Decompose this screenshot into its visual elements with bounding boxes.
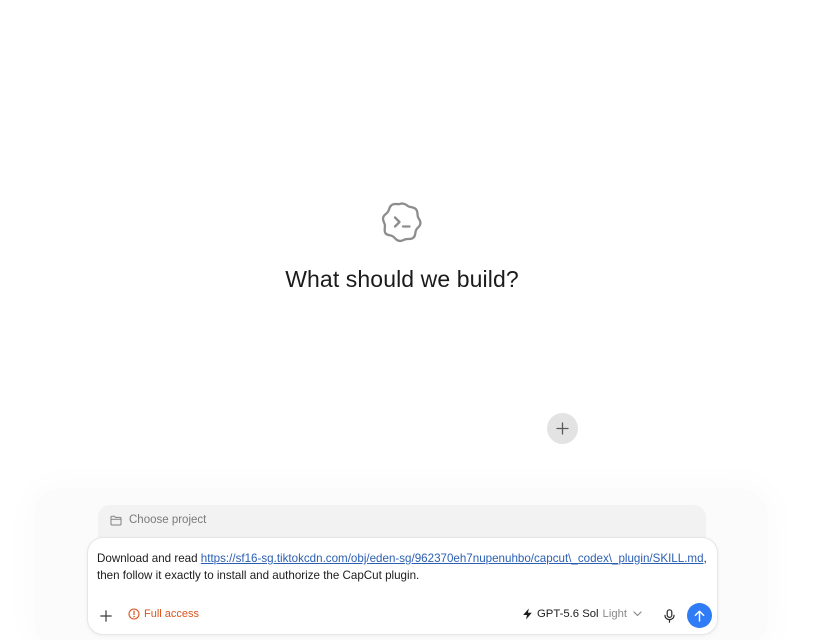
model-effort: Light — [602, 608, 628, 620]
alert-circle-icon — [128, 608, 140, 620]
send-button[interactable] — [687, 603, 712, 628]
model-selector[interactable]: GPT-5.6 Sol Light — [522, 608, 642, 620]
folder-icon — [110, 515, 122, 526]
prompt-input[interactable]: Download and read https://sf16-sg.tiktok… — [97, 550, 709, 584]
chevron-down-icon — [633, 611, 642, 617]
app-window: What should we build? Choose project Dow… — [0, 0, 832, 640]
plus-icon — [556, 422, 569, 435]
composer-toolbar: Full access GPT-5.6 Sol Light — [88, 598, 717, 634]
model-name: GPT-5.6 Sol — [537, 608, 599, 620]
skill-link[interactable]: https://sf16-sg.tiktokcdn.com/obj/eden-s… — [201, 552, 704, 565]
access-mode-button[interactable]: Full access — [128, 608, 199, 620]
page-title: What should we build? — [285, 266, 519, 292]
prompt-prefix: Download and read — [97, 552, 201, 565]
access-mode-label: Full access — [144, 608, 200, 620]
attach-button[interactable] — [97, 607, 115, 625]
composer: Download and read https://sf16-sg.tiktok… — [87, 537, 718, 635]
bolt-icon — [523, 608, 532, 620]
arrow-up-icon — [694, 610, 705, 622]
floating-add-button[interactable] — [547, 413, 578, 444]
microphone-icon — [663, 609, 675, 623]
plus-icon — [100, 610, 112, 622]
microphone-button[interactable] — [661, 607, 677, 625]
choose-project-label: Choose project — [129, 514, 207, 526]
codex-logo-icon — [380, 200, 424, 244]
